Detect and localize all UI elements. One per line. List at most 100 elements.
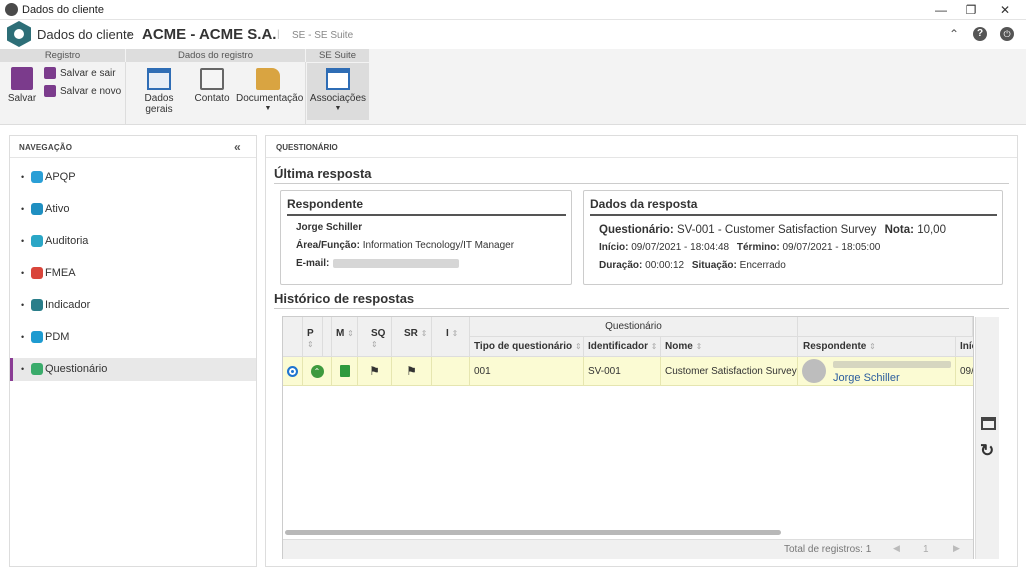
indicator-icon — [31, 299, 43, 311]
response-duration: Duração: 00:00:12 Situação: Encerrado — [599, 260, 786, 271]
previous-page-icon[interactable]: ◀ — [893, 543, 900, 554]
nav-item-label: Questionário — [45, 363, 108, 375]
avatar — [802, 359, 826, 383]
main-panel: QUESTIONÁRIO Última resposta Respondente… — [265, 135, 1018, 567]
column-label: SR — [404, 328, 418, 339]
power-icon[interactable]: ⏻ — [1000, 27, 1014, 41]
app-logo-icon — [5, 3, 18, 16]
navigation-title: NAVEGAÇÃO — [19, 143, 73, 152]
page-number[interactable]: 1 — [923, 544, 929, 555]
column-header-p[interactable]: P ⇕ — [303, 317, 323, 357]
suite-label: SE - SE Suite — [292, 30, 354, 41]
grid-side-toolbar: ↻ — [975, 317, 999, 559]
contact-card-icon — [200, 68, 224, 90]
window-title: Dados do cliente — [22, 4, 104, 16]
navigation-header: NAVEGAÇÃO « — [10, 136, 256, 158]
minimize-button[interactable]: — — [926, 1, 956, 19]
column-header-id[interactable]: Identificador ⇕ — [584, 337, 661, 357]
cell-name: Customer Satisfaction Survey — [661, 357, 798, 386]
save-button-label: Salvar — [7, 93, 37, 104]
respondent-role: Área/Função: Information Tecnology/IT Ma… — [296, 240, 514, 251]
floppy-disk-icon — [11, 67, 33, 90]
respondent-link[interactable]: Jorge Schiller — [833, 372, 900, 384]
folder-icon — [256, 68, 280, 90]
respondent-email: E-mail: — [296, 258, 329, 269]
documentation-label: Documentação — [236, 93, 304, 104]
save-button[interactable]: Salvar — [6, 67, 38, 104]
form-icon — [147, 68, 171, 90]
duration-value: 00:00:12 — [645, 260, 685, 271]
column-label: P — [307, 328, 314, 339]
general-data-button[interactable]: Dados gerais — [131, 68, 187, 115]
column-spacer — [323, 317, 332, 357]
bullet: • — [21, 172, 25, 182]
collapse-left-icon[interactable]: « — [234, 140, 241, 154]
bullet: • — [21, 332, 25, 342]
client-icon — [7, 21, 31, 47]
page-header: Dados do cliente › ACME - ACME S.A. | SE… — [0, 20, 1026, 49]
save-exit-icon — [44, 67, 56, 79]
bullet: • — [21, 300, 25, 310]
email-redacted — [333, 259, 459, 268]
response-data-title: Dados da resposta — [590, 197, 698, 211]
section-divider — [274, 308, 1009, 309]
bullet: • — [21, 364, 25, 374]
cell-i — [432, 357, 470, 386]
refresh-icon[interactable]: ↻ — [980, 441, 994, 461]
fmea-icon — [31, 267, 43, 279]
view-record-icon[interactable] — [981, 417, 996, 430]
main-title: QUESTIONÁRIO — [276, 143, 338, 152]
cell-type: 001 — [470, 357, 584, 386]
column-header-name[interactable]: Nome ⇕ — [661, 337, 798, 357]
column-header-sr[interactable]: SR ⇕ — [392, 317, 432, 357]
associations-button[interactable]: Associações ▼ — [307, 63, 369, 120]
group-header-spacer — [798, 317, 973, 337]
column-header-respondent[interactable]: Respondente ⇕ — [798, 337, 956, 357]
documentation-button[interactable]: Documentação ▼ — [236, 68, 304, 112]
help-icon[interactable]: ? — [973, 27, 987, 41]
respondent-name: Jorge Schiller — [296, 222, 363, 233]
maximize-button[interactable]: ❐ — [956, 1, 986, 19]
column-header-start[interactable]: Iníc — [956, 337, 973, 357]
row-select-cell[interactable] — [283, 357, 303, 386]
end-value: 09/07/2021 - 18:05:00 — [782, 242, 881, 253]
nav-item-ativo[interactable]: • Ativo — [10, 198, 256, 221]
close-button[interactable]: ✕ — [990, 1, 1020, 19]
nav-item-label: APQP — [45, 171, 76, 183]
nav-item-pdm[interactable]: • PDM — [10, 326, 256, 349]
section-divider — [274, 183, 1009, 184]
column-header-m[interactable]: M ⇕ — [332, 317, 358, 357]
navigation-panel: NAVEGAÇÃO « • APQP • Ativo • Auditoria •… — [9, 135, 257, 567]
radio-selected-icon[interactable] — [287, 365, 298, 377]
horizontal-scrollbar[interactable] — [285, 530, 781, 535]
associations-icon — [326, 68, 350, 90]
save-exit-label: Salvar e sair — [60, 68, 116, 79]
role-value: Information Tecnology/IT Manager — [362, 240, 515, 251]
cell-respondent: Jorge Schiller — [798, 357, 956, 386]
score-label: Nota: — [884, 224, 914, 236]
select-column-header — [283, 317, 303, 357]
start-value: 09/07/2021 - 18:04:48 — [631, 242, 730, 253]
nav-item-indicador[interactable]: • Indicador — [10, 294, 256, 317]
table-row[interactable]: ⌃ ⚑ ⚑ 001 SV-001 Customer Satisfaction S… — [283, 357, 973, 386]
questionnaire-group-header: Questionário — [470, 317, 798, 337]
nav-item-fmea[interactable]: • FMEA — [10, 262, 256, 285]
column-header-type[interactable]: Tipo de questionário ⇕ — [470, 337, 584, 357]
role-label: Área/Função: — [296, 240, 360, 251]
page-title: ACME - ACME S.A. — [142, 26, 277, 43]
collapse-up-icon[interactable]: ⌃ — [946, 26, 962, 42]
next-page-icon[interactable]: ▶ — [953, 543, 960, 554]
breadcrumb[interactable]: Dados do cliente — [37, 27, 134, 42]
nav-item-questionario[interactable]: • Questionário — [10, 358, 256, 381]
nav-item-apqp[interactable]: • APQP — [10, 166, 256, 189]
column-header-sq[interactable]: SQ ⇕ — [358, 317, 392, 357]
history-grid: P ⇕ M ⇕ SQ ⇕ SR ⇕ I ⇕ Questionário Tipo … — [282, 316, 974, 559]
chevron-right-icon: › — [127, 26, 132, 41]
nav-item-auditoria[interactable]: • Auditoria — [10, 230, 256, 253]
nav-item-label: Ativo — [45, 203, 70, 215]
column-label: Respondente — [803, 341, 867, 352]
column-header-i[interactable]: I ⇕ — [432, 317, 470, 357]
contact-button[interactable]: Contato — [194, 68, 230, 104]
bullet: • — [21, 204, 25, 214]
checkered-flag-icon: ⚑ — [406, 364, 417, 378]
